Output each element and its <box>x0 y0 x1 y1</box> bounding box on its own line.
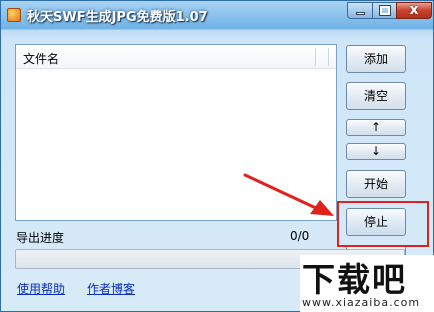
maximize-button[interactable] <box>372 2 397 19</box>
watermark-logo: 下载吧 <box>302 260 407 299</box>
file-list-header[interactable]: 文件名 <box>16 45 336 69</box>
close-button[interactable]: x <box>396 2 432 19</box>
column-divider[interactable] <box>328 48 329 66</box>
app-icon <box>7 8 21 22</box>
add-button[interactable]: 添加 <box>346 45 406 73</box>
author-blog-link[interactable]: 作者博客 <box>87 280 135 297</box>
start-button[interactable]: 开始 <box>346 170 406 198</box>
column-header-filename[interactable]: 文件名 <box>23 50 59 67</box>
move-down-button[interactable]: ↓ <box>346 143 406 160</box>
close-icon: x <box>409 2 419 18</box>
file-list[interactable]: 文件名 <box>15 44 337 221</box>
window-title: 秋天SWF生成JPG免费版1.07 <box>27 10 208 25</box>
minimize-icon <box>356 12 365 15</box>
clear-button[interactable]: 清空 <box>346 82 406 110</box>
watermark-url: www.xiazaiba.com <box>302 296 421 309</box>
column-divider[interactable] <box>315 48 316 66</box>
move-up-button[interactable]: ↑ <box>346 119 406 136</box>
help-link[interactable]: 使用帮助 <box>17 280 65 297</box>
progress-label: 导出进度 <box>16 231 65 245</box>
watermark: 下载吧 www.xiazaiba.com <box>300 255 434 312</box>
title-bar[interactable]: 秋天SWF生成JPG免费版1.07 x <box>1 1 433 29</box>
maximize-icon <box>379 5 391 16</box>
highlight-frame <box>337 201 429 247</box>
minimize-button[interactable] <box>347 2 373 19</box>
progress-count: 0/0 <box>290 229 310 243</box>
